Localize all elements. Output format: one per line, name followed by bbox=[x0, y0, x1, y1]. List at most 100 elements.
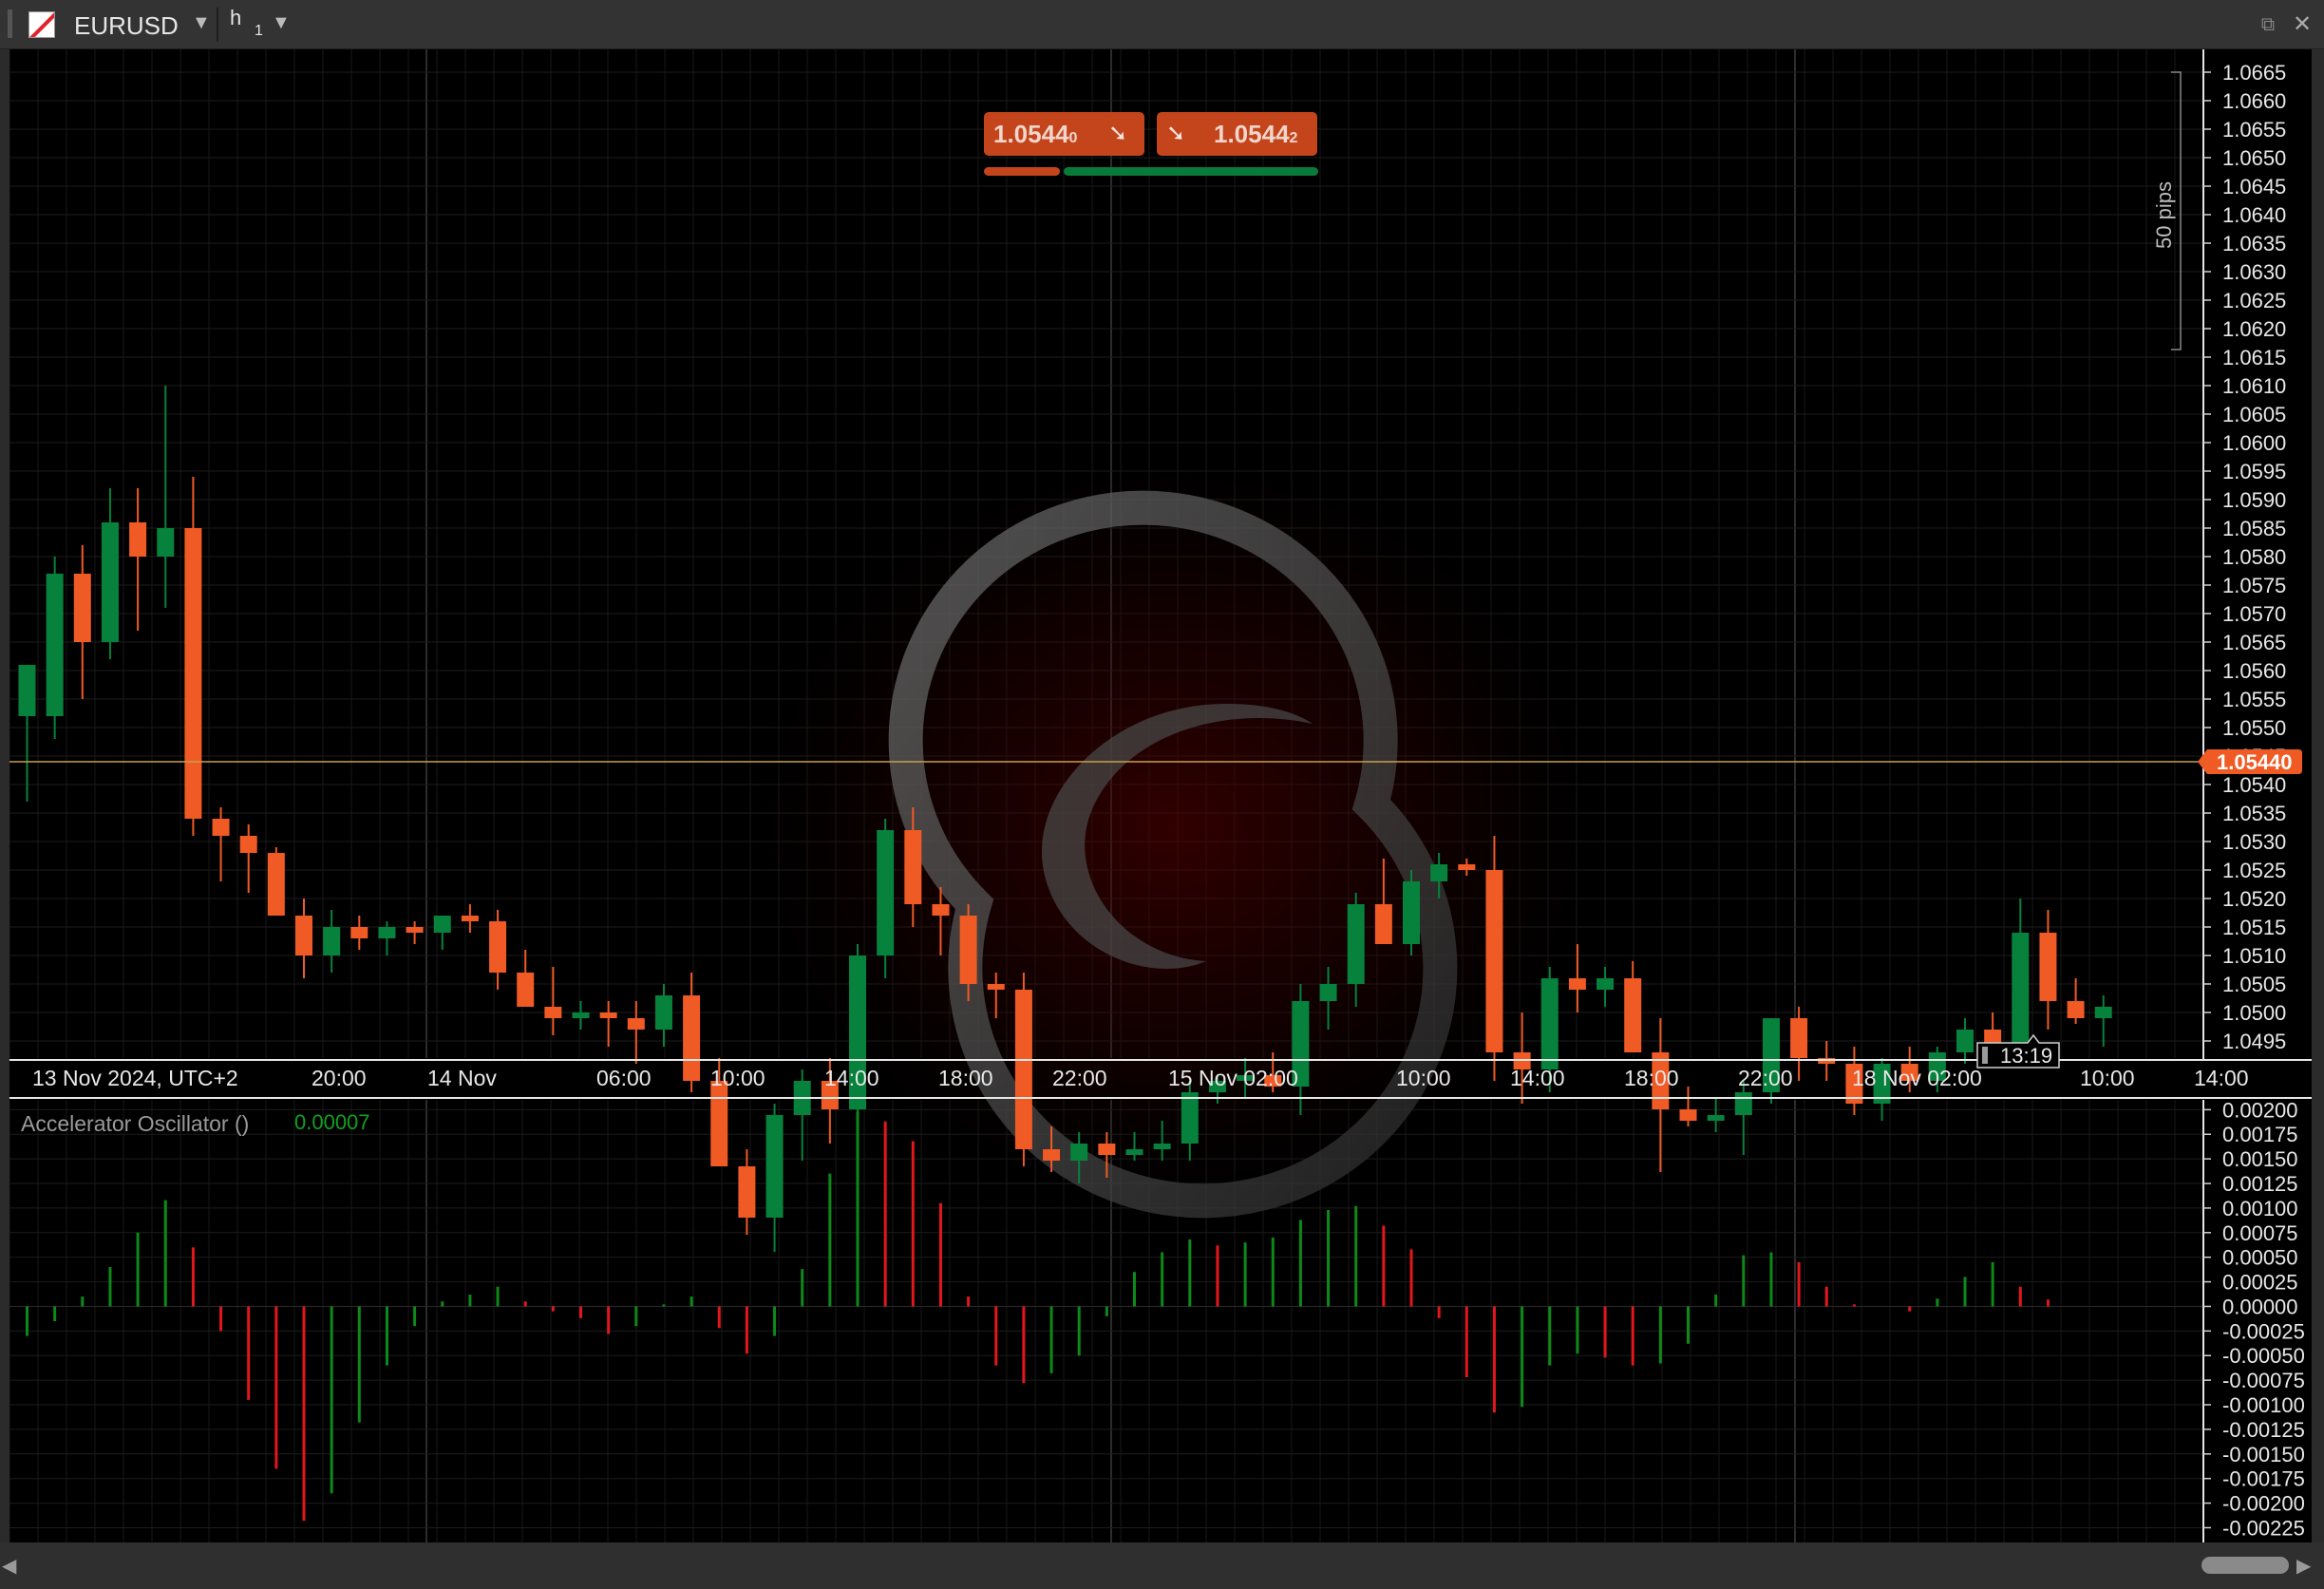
candle-body bbox=[2012, 933, 2030, 1047]
candle-body bbox=[406, 927, 424, 933]
candle-body bbox=[489, 921, 507, 973]
buy-price-button[interactable]: ➘ 1.05442 bbox=[1157, 112, 1317, 156]
timeframe-letter[interactable]: h bbox=[230, 6, 241, 30]
candle-body bbox=[1458, 864, 1476, 870]
candle-body bbox=[1540, 978, 1559, 1069]
osc-tick-label: -0.00225 bbox=[2222, 1516, 2305, 1540]
time-tick-label: 18:00 bbox=[938, 1066, 993, 1090]
osc-tick-label: 0.00175 bbox=[2222, 1123, 2298, 1146]
time-tick-label: 18 Nov 02:00 bbox=[1852, 1066, 1982, 1090]
indicator-title: Accelerator Oscillator () bbox=[21, 1111, 249, 1136]
candle-body bbox=[267, 853, 285, 916]
candle-body bbox=[1014, 990, 1032, 1149]
price-tick-label: 1.0640 bbox=[2222, 203, 2286, 227]
time-tick-label: 14:00 bbox=[824, 1066, 879, 1090]
price-tick-label: 1.0625 bbox=[2222, 289, 2286, 312]
buy-arrow-icon: ➘ bbox=[1166, 121, 1186, 146]
candle-body bbox=[1403, 881, 1420, 944]
price-tick-label: 1.0580 bbox=[2222, 545, 2286, 569]
osc-tick-label: -0.00025 bbox=[2222, 1319, 2305, 1343]
time-tick-label: 15 Nov 02:00 bbox=[1168, 1066, 1298, 1090]
symbol-dropdown-icon[interactable]: ▼ bbox=[192, 12, 211, 34]
price-tick-label: 1.0495 bbox=[2222, 1030, 2286, 1053]
time-tick-label: 22:00 bbox=[1738, 1066, 1793, 1090]
price-tick-label: 1.0520 bbox=[2222, 887, 2286, 911]
candle-body bbox=[904, 830, 922, 904]
scroll-thumb[interactable] bbox=[2201, 1557, 2289, 1574]
buy-price-main: 1.0544 bbox=[1214, 120, 1290, 148]
price-tick-label: 1.0635 bbox=[2222, 232, 2286, 255]
candle-body bbox=[765, 1115, 784, 1218]
time-tick-label: 10:00 bbox=[710, 1066, 765, 1090]
time-tick-label: 14:00 bbox=[1510, 1066, 1565, 1090]
candle-body bbox=[517, 973, 535, 1007]
price-tick-label: 1.0650 bbox=[2222, 146, 2286, 170]
candle-body bbox=[1597, 978, 1615, 990]
sell-price-button[interactable]: 1.05440 ➘ bbox=[984, 112, 1144, 156]
time-tick-label: 20:00 bbox=[312, 1066, 367, 1090]
candle-body bbox=[627, 1018, 645, 1030]
scroll-right-icon[interactable]: ▶ bbox=[2296, 1554, 2311, 1578]
osc-tick-label: 0.00025 bbox=[2222, 1271, 2298, 1295]
osc-tick-label: -0.00075 bbox=[2222, 1369, 2305, 1392]
time-tick-label: 14 Nov bbox=[427, 1066, 497, 1090]
candle-body bbox=[378, 927, 396, 938]
indicator-value: 0.00007 bbox=[294, 1110, 370, 1134]
osc-tick-label: 0.00050 bbox=[2222, 1246, 2298, 1270]
chart-svg[interactable]: 1.0665 1.0660 1.0655 1.0650 1.0645 1.0640 1.06… bbox=[9, 49, 2312, 1542]
candle-body bbox=[1098, 1144, 1116, 1155]
price-tick-label: 1.0620 bbox=[2222, 317, 2286, 341]
candle-body bbox=[129, 522, 147, 557]
drag-handle[interactable] bbox=[8, 9, 12, 38]
candle-body bbox=[461, 916, 479, 921]
timeframe-number[interactable]: 1 bbox=[255, 23, 263, 40]
candle-body bbox=[184, 528, 202, 819]
buy-volume-bar bbox=[1064, 167, 1318, 176]
horizontal-scrollbar[interactable]: ◀ ▶ bbox=[0, 1542, 2324, 1589]
candle-body bbox=[654, 995, 672, 1030]
candle-body bbox=[1319, 984, 1337, 1001]
sell-arrow-icon: ➘ bbox=[1108, 121, 1128, 146]
countdown-handle bbox=[1982, 1047, 1988, 1064]
candle-body bbox=[959, 916, 977, 984]
price-tick-label: 1.0560 bbox=[2222, 659, 2286, 683]
candle-body bbox=[350, 927, 368, 938]
candle-body bbox=[2039, 933, 2057, 1001]
current-price-label: 1.05440 bbox=[2217, 750, 2293, 774]
candle-body bbox=[932, 904, 950, 916]
candle-body bbox=[212, 819, 230, 836]
candle-body bbox=[1043, 1149, 1061, 1161]
osc-tick-label: -0.00050 bbox=[2222, 1344, 2305, 1368]
sell-price-pip: 0 bbox=[1068, 130, 1078, 146]
buy-price-pip: 2 bbox=[1289, 130, 1298, 146]
scroll-left-icon[interactable]: ◀ bbox=[2, 1554, 16, 1578]
time-tick-label: 18:00 bbox=[1624, 1066, 1679, 1090]
candle-body bbox=[1734, 1092, 1752, 1115]
timeframe-dropdown-icon[interactable]: ▼ bbox=[272, 12, 291, 34]
osc-tick-label: 0.00075 bbox=[2222, 1221, 2298, 1245]
price-tick-label: 1.0550 bbox=[2222, 716, 2286, 740]
price-tick-label: 1.0590 bbox=[2222, 488, 2286, 512]
chart-canvas[interactable]: 1.0665 1.0660 1.0655 1.0650 1.0645 1.0640 1.06… bbox=[9, 49, 2312, 1542]
price-tick-label: 1.0660 bbox=[2222, 89, 2286, 113]
candle-body bbox=[1679, 1109, 1697, 1121]
candle-body bbox=[877, 830, 895, 955]
candle-body bbox=[710, 1081, 728, 1166]
candle-body bbox=[1125, 1149, 1143, 1155]
candle-body bbox=[1430, 864, 1448, 881]
candle-body bbox=[1347, 904, 1365, 984]
candle-body bbox=[1485, 870, 1503, 1052]
close-icon[interactable]: ✕ bbox=[2289, 11, 2315, 38]
price-tick-label: 1.0605 bbox=[2222, 403, 2286, 426]
price-tick-label: 1.0665 bbox=[2222, 61, 2286, 85]
symbol-name[interactable]: EURUSD bbox=[74, 11, 179, 41]
price-tick-label: 1.0505 bbox=[2222, 973, 2286, 996]
price-tick-label: 1.0630 bbox=[2222, 260, 2286, 284]
price-tick-label: 1.0510 bbox=[2222, 944, 2286, 968]
sell-price-main: 1.0544 bbox=[993, 120, 1069, 148]
price-tick-label: 1.0570 bbox=[2222, 602, 2286, 626]
price-tick-label: 1.0515 bbox=[2222, 916, 2286, 939]
eurusd-flag-icon bbox=[28, 11, 55, 38]
candle-body bbox=[683, 995, 701, 1081]
detach-window-icon[interactable]: ⧉ bbox=[2257, 13, 2279, 36]
